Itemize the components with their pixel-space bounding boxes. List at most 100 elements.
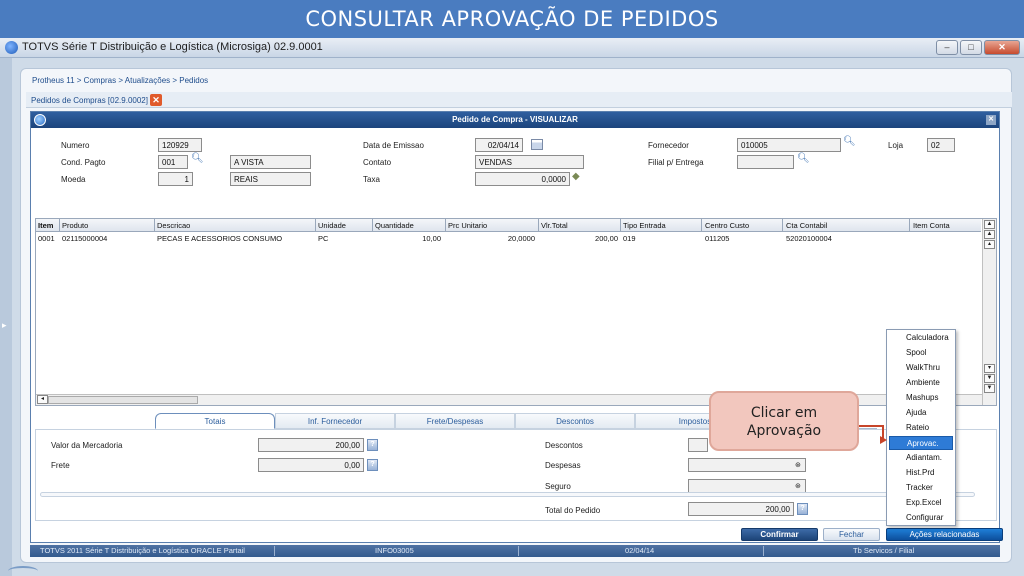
- horizontal-scroll-thumb[interactable]: [48, 396, 198, 404]
- tab-totais[interactable]: Totais: [155, 413, 275, 429]
- minimize-button[interactable]: –: [936, 40, 958, 55]
- menu-item-ambiente[interactable]: Ambiente: [889, 376, 953, 390]
- tab-descontos[interactable]: Descontos: [515, 413, 635, 429]
- subwindow-tab-bar: Pedidos de Compras [02.9.0002] ✕: [26, 92, 1012, 108]
- column-header[interactable]: Tipo Entrada: [623, 221, 666, 230]
- dialog-icon: [34, 114, 46, 126]
- close-subwindow-icon[interactable]: ✕: [150, 94, 162, 106]
- column-header[interactable]: Unidade: [318, 221, 346, 230]
- grid-header: Item Produto Descricao Unidade Quantidad…: [36, 219, 981, 232]
- filial-entrega-field[interactable]: [737, 155, 794, 169]
- menu-item-adiantam[interactable]: Adiantam.: [889, 451, 953, 465]
- status-branch: Tb Servicos / Filial: [853, 546, 915, 555]
- despesas-field[interactable]: [688, 458, 806, 472]
- column-header[interactable]: Cta Contabil: [786, 221, 827, 230]
- column-header[interactable]: Vlr.Total: [541, 221, 568, 230]
- left-collapse-strip[interactable]: ▸: [0, 58, 12, 576]
- lookup-icon[interactable]: ◆: [572, 171, 580, 182]
- scroll-bottom-icon[interactable]: ▼: [984, 384, 995, 393]
- moeda-desc: REAIS: [230, 172, 311, 186]
- menu-item-ajuda[interactable]: Ajuda: [889, 406, 953, 420]
- data-emissao-label: Data de Emissao: [363, 141, 424, 150]
- search-icon[interactable]: 🔍︎: [191, 153, 204, 164]
- fechar-button[interactable]: Fechar: [823, 528, 880, 541]
- valor-mercadoria-field[interactable]: 200,00: [258, 438, 364, 452]
- status-user: INFO03005: [375, 546, 414, 555]
- scroll-down-icon[interactable]: ▾: [984, 364, 995, 373]
- tab-inf-fornecedor[interactable]: Inf. Fornecedor: [275, 413, 395, 429]
- moeda-field[interactable]: 1: [158, 172, 193, 186]
- dialog-title-bar: Pedido de Compra - VISUALIZAR ✕: [31, 112, 999, 128]
- acoes-relacionadas-button[interactable]: Ações relacionadas: [886, 528, 1003, 541]
- maximize-button[interactable]: □: [960, 40, 982, 55]
- cell-centro-custo: 011205: [705, 234, 730, 243]
- menu-item-rateio[interactable]: Rateio: [889, 421, 953, 435]
- subwindow-tab-label[interactable]: Pedidos de Compras [02.9.0002]: [31, 96, 148, 105]
- total-pedido-field[interactable]: 200,00: [688, 502, 794, 516]
- menu-item-aprovac[interactable]: Aprovac.: [889, 436, 953, 450]
- gear-icon[interactable]: ⊛: [795, 482, 801, 490]
- menu-item-configurar[interactable]: Configurar: [889, 511, 953, 525]
- status-date: 02/04/14: [625, 546, 655, 555]
- contato-field[interactable]: VENDAS: [475, 155, 584, 169]
- fornecedor-label: Fornecedor: [648, 141, 689, 150]
- column-header[interactable]: Produto: [62, 221, 88, 230]
- vertical-scrollbar[interactable]: ▲ ▲ ▴ ▾ ▼ ▼: [982, 219, 996, 405]
- descontos-field[interactable]: [688, 438, 708, 452]
- cell-prc-unitario: 20,0000: [507, 234, 535, 243]
- dialog-title: Pedido de Compra - VISUALIZAR: [452, 115, 578, 124]
- calendar-icon[interactable]: [531, 139, 543, 150]
- numero-field[interactable]: 120929: [158, 138, 202, 152]
- column-header[interactable]: Descricao: [157, 221, 190, 230]
- cond-pagto-desc: A VISTA: [230, 155, 311, 169]
- acoes-relacionadas-menu: Calculadora Spool WalkThru Ambiente Mash…: [886, 329, 956, 526]
- scroll-left-icon[interactable]: ◂: [37, 395, 48, 404]
- menu-item-mashups[interactable]: Mashups: [889, 391, 953, 405]
- scroll-top-icon[interactable]: ▲: [984, 220, 995, 229]
- tab-frete-despesas[interactable]: Frete/Despesas: [395, 413, 515, 429]
- breadcrumb[interactable]: Protheus 11 > Compras > Atualizações > P…: [32, 76, 208, 85]
- confirmar-button[interactable]: Confirmar: [741, 528, 818, 541]
- scroll-up-icon[interactable]: ▴: [984, 240, 995, 249]
- descontos-label: Descontos: [545, 441, 583, 450]
- column-header[interactable]: Prc Unitario: [448, 221, 487, 230]
- callout-arrow-head-icon: [880, 436, 887, 444]
- column-header[interactable]: Quantidade: [375, 221, 414, 230]
- search-icon[interactable]: 🔍︎: [797, 153, 810, 164]
- column-header[interactable]: Item: [38, 221, 53, 230]
- menu-item-walkthru[interactable]: WalkThru: [889, 361, 953, 375]
- column-header[interactable]: Centro Custo: [705, 221, 749, 230]
- loja-field[interactable]: 02: [927, 138, 955, 152]
- cell-unidade: PC: [318, 234, 329, 243]
- gear-icon[interactable]: ⊛: [795, 461, 801, 469]
- help-icon[interactable]: ?: [367, 459, 378, 471]
- scroll-page-up-icon[interactable]: ▲: [984, 230, 995, 239]
- menu-item-exp-excel[interactable]: Exp.Excel: [889, 496, 953, 510]
- help-icon[interactable]: ?: [367, 439, 378, 451]
- menu-item-hist-prd[interactable]: Hist.Prd: [889, 466, 953, 480]
- table-row[interactable]: 0001 02115000004 PECAS E ACESSORIOS CONS…: [36, 233, 981, 244]
- help-icon[interactable]: ?: [797, 503, 808, 515]
- menu-item-tracker[interactable]: Tracker: [889, 481, 953, 495]
- expand-arrow-icon[interactable]: ▸: [2, 320, 7, 331]
- window-controls: – □ ✕: [936, 40, 1020, 55]
- data-emissao-field[interactable]: 02/04/14: [475, 138, 523, 152]
- search-icon[interactable]: 🔍︎: [843, 136, 856, 147]
- cell-cta-contabil: 52020100004: [786, 234, 832, 243]
- callout-line-1: Clicar em: [750, 405, 818, 421]
- close-window-button[interactable]: ✕: [984, 40, 1020, 55]
- menu-item-spool[interactable]: Spool: [889, 346, 953, 360]
- cond-pagto-field[interactable]: 001: [158, 155, 188, 169]
- column-header[interactable]: Item Conta: [913, 221, 950, 230]
- menu-item-calculadora[interactable]: Calculadora: [889, 331, 953, 345]
- loja-label: Loja: [888, 141, 904, 150]
- seguro-label: Seguro: [545, 482, 571, 491]
- taxa-field[interactable]: 0,0000: [475, 172, 570, 186]
- numero-label: Numero: [61, 141, 90, 150]
- dialog-close-icon[interactable]: ✕: [986, 115, 996, 125]
- fornecedor-field[interactable]: 010005: [737, 138, 841, 152]
- scroll-page-down-icon[interactable]: ▼: [984, 374, 995, 383]
- total-pedido-label: Total do Pedido: [545, 506, 601, 515]
- frete-field[interactable]: 0,00: [258, 458, 364, 472]
- seguro-field[interactable]: [688, 479, 806, 493]
